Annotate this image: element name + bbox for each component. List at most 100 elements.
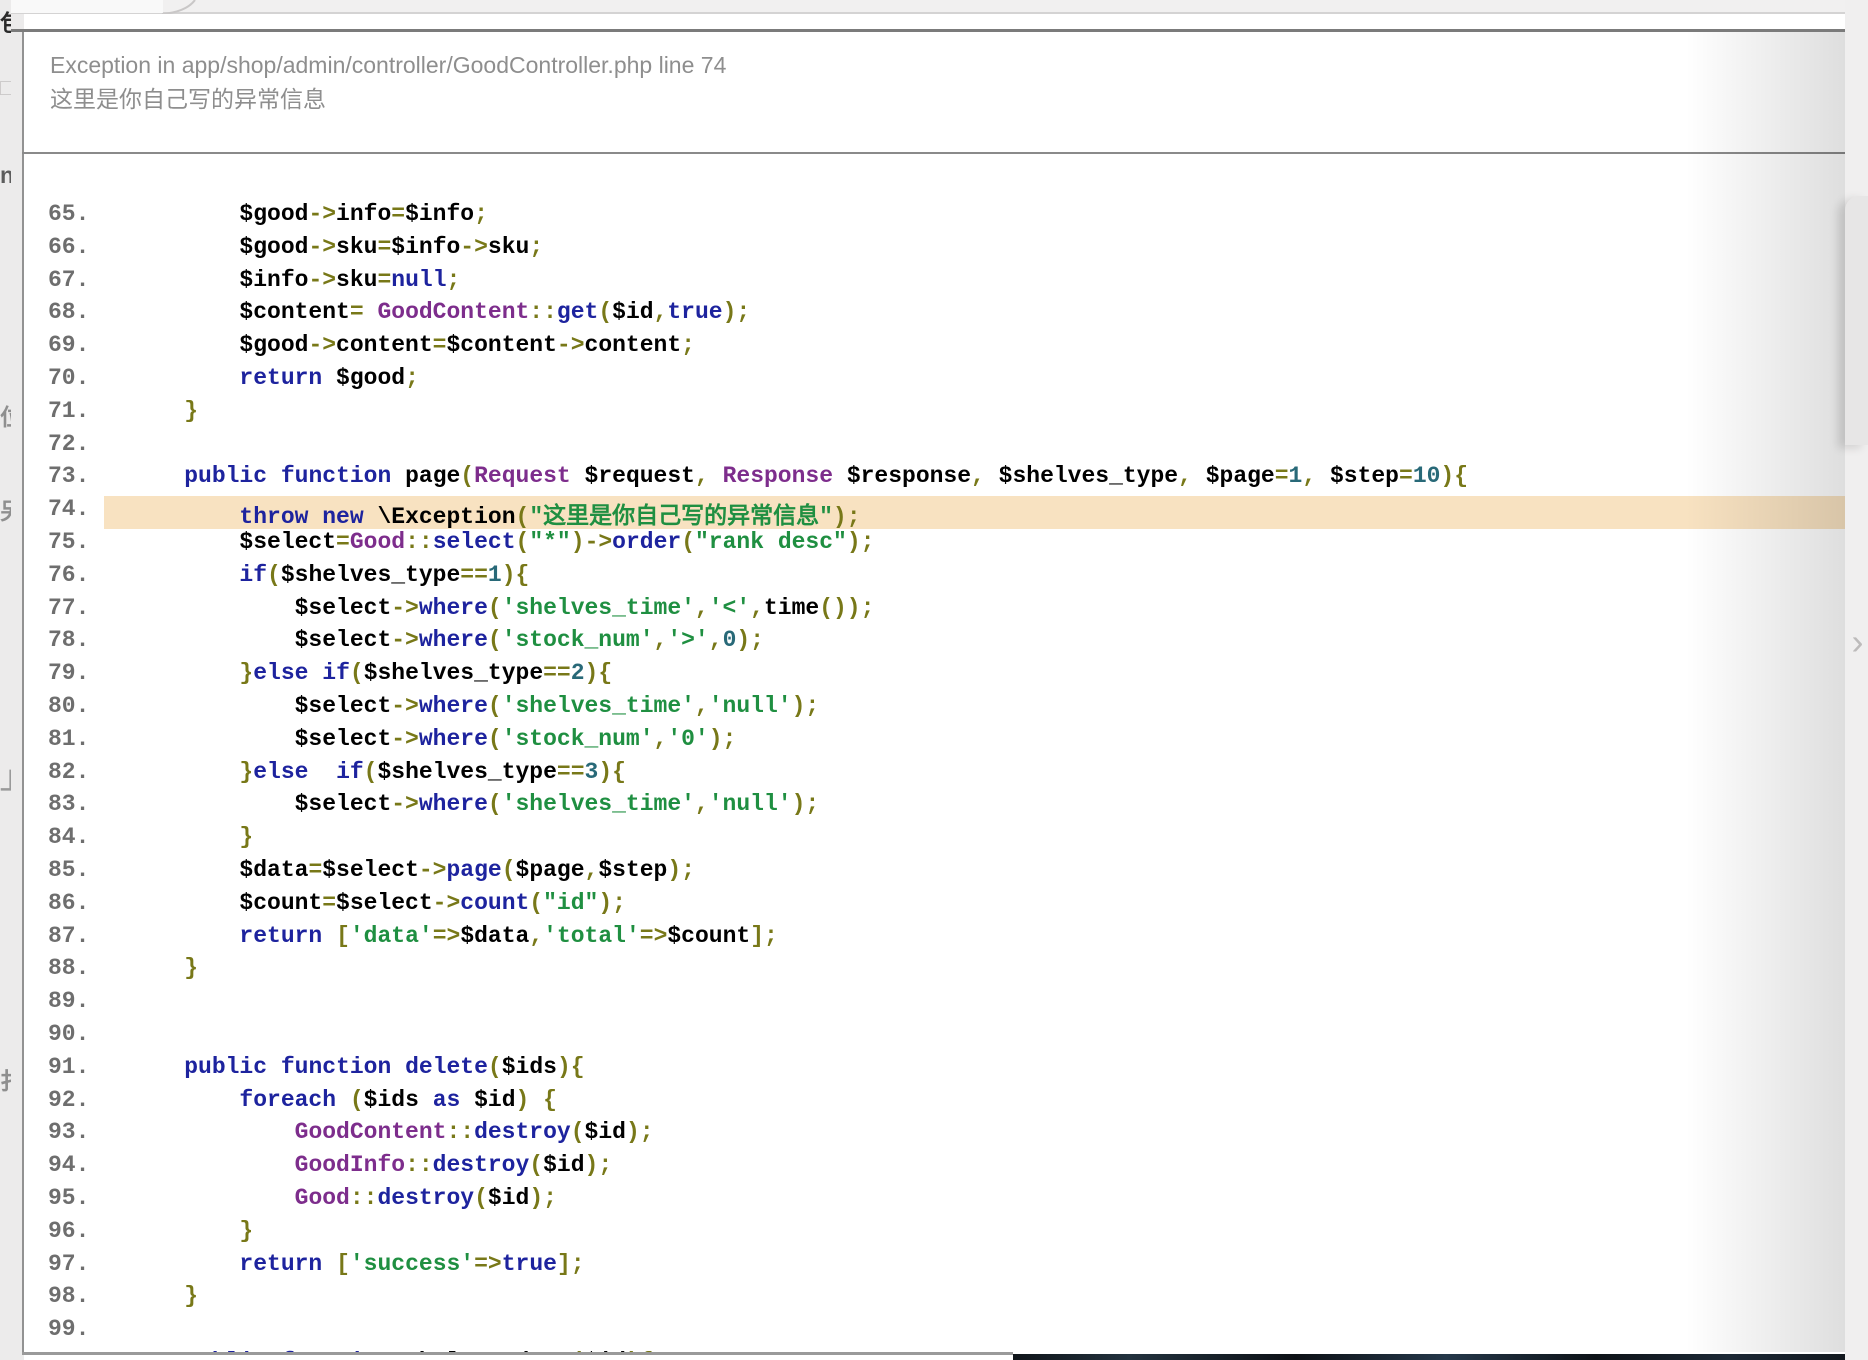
code-text: return ['data'=>$data,'total'=>$count]; <box>104 923 1845 956</box>
page-edge-fragment: n <box>0 162 11 189</box>
code-line: 72. <box>24 431 1845 464</box>
line-number: 91. <box>24 1054 104 1087</box>
browser-tab-edge <box>160 0 200 14</box>
line-number: 79. <box>24 660 104 693</box>
page-edge-fragment: 包 <box>0 4 11 38</box>
code-text: $good->sku=$info->sku; <box>104 234 1845 267</box>
line-number: 76. <box>24 562 104 595</box>
line-number: 98. <box>24 1283 104 1316</box>
code-line: 87. return ['data'=>$data,'total'=>$coun… <box>24 923 1845 956</box>
browser-tab <box>11 0 163 13</box>
page-right-card-corner <box>1845 196 1868 445</box>
line-number: 84. <box>24 824 104 857</box>
code-text: public function page(Request $request, R… <box>104 463 1845 496</box>
code-text: } <box>104 398 1845 431</box>
line-number: 70. <box>24 365 104 398</box>
page-edge-fragment: 扌 <box>0 1062 11 1096</box>
code-line: 91. public function delete($ids){ <box>24 1054 1845 1087</box>
code-text: $select->where('stock_num','>',0); <box>104 627 1845 660</box>
code-line: 67. $info->sku=null; <box>24 267 1845 300</box>
code-text: GoodContent::destroy($id); <box>104 1119 1845 1152</box>
page-left-edge: 包□n位另上扌 <box>0 0 24 1360</box>
line-number: 78. <box>24 627 104 660</box>
highlighted-code-line: 74. throw new \Exception("这里是你自己写的异常信息")… <box>24 496 1845 529</box>
line-number: 99. <box>24 1316 104 1349</box>
code-line: 93. GoodContent::destroy($id); <box>24 1119 1845 1152</box>
code-text: return ['success'=>true]; <box>104 1251 1845 1284</box>
code-text: } <box>104 824 1845 857</box>
page-edge-fragment: □ <box>0 74 11 101</box>
code-line: 66. $good->sku=$info->sku; <box>24 234 1845 267</box>
code-line: 79. }else if($shelves_type==2){ <box>24 660 1845 693</box>
code-text: $select->where('shelves_time','<',time()… <box>104 595 1845 628</box>
line-number: 66. <box>24 234 104 267</box>
line-number: 90. <box>24 1021 104 1054</box>
code-line: 90. <box>24 1021 1845 1054</box>
code-line: 95. Good::destroy($id); <box>24 1185 1845 1218</box>
line-number: 75. <box>24 529 104 562</box>
code-text: }else if($shelves_type==3){ <box>104 759 1845 792</box>
line-number: 92. <box>24 1087 104 1120</box>
line-number: 80. <box>24 693 104 726</box>
page-edge-fragment: 位 <box>0 398 11 432</box>
page-bottom-dark-bar <box>1013 1354 1845 1360</box>
code-line: 94. GoodInfo::destroy($id); <box>24 1152 1845 1185</box>
code-line: 96. } <box>24 1218 1845 1251</box>
code-line: 78. $select->where('stock_num','>',0); <box>24 627 1845 660</box>
code-line: 82. }else if($shelves_type==3){ <box>24 759 1845 792</box>
code-text: $good->info=$info; <box>104 201 1845 234</box>
line-number: 83. <box>24 791 104 824</box>
line-number: 94. <box>24 1152 104 1185</box>
line-number: 88. <box>24 955 104 988</box>
code-text: GoodInfo::destroy($id); <box>104 1152 1845 1185</box>
line-number: 82. <box>24 759 104 792</box>
code-text <box>104 1021 1845 1054</box>
code-text <box>104 431 1845 464</box>
code-line: 86. $count=$select->count("id"); <box>24 890 1845 923</box>
code-line: 77. $select->where('shelves_time','<',ti… <box>24 595 1845 628</box>
code-text: $select->where('shelves_time','null'); <box>104 693 1845 726</box>
code-text: if($shelves_type==1){ <box>104 562 1845 595</box>
header-separator <box>22 152 1868 154</box>
line-number: 65. <box>24 201 104 234</box>
code-text: public function delete($ids){ <box>104 1054 1845 1087</box>
line-number: 85. <box>24 857 104 890</box>
exception-message: 这里是你自己写的异常信息 <box>50 82 1845 117</box>
line-number: 71. <box>24 398 104 431</box>
code-text: } <box>104 955 1845 988</box>
code-line: 97. return ['success'=>true]; <box>24 1251 1845 1284</box>
line-number: 89. <box>24 988 104 1021</box>
code-line: 81. $select->where('stock_num','0'); <box>24 726 1845 759</box>
code-text: $count=$select->count("id"); <box>104 890 1845 923</box>
line-number: 87. <box>24 923 104 956</box>
line-number: 68. <box>24 299 104 332</box>
code-text: } <box>104 1283 1845 1316</box>
code-text: }else if($shelves_type==2){ <box>104 660 1845 693</box>
code-line: 92. foreach ($ids as $id) { <box>24 1087 1845 1120</box>
code-line: 99. <box>24 1316 1845 1349</box>
code-line: 84. } <box>24 824 1845 857</box>
exception-header: Exception in app/shop/admin/controller/G… <box>24 29 1845 117</box>
line-number: 97. <box>24 1251 104 1284</box>
code-line: 85. $data=$select->page($page,$step); <box>24 857 1845 890</box>
code-line: 71. } <box>24 398 1845 431</box>
code-line: 98. } <box>24 1283 1845 1316</box>
panel-bottom-border <box>22 1352 1013 1355</box>
line-number: 74. <box>24 496 104 529</box>
panel-top-border <box>11 29 1868 32</box>
code-text: } <box>104 1218 1845 1251</box>
line-number: 86. <box>24 890 104 923</box>
next-chevron-icon[interactable]: › <box>1847 620 1868 664</box>
page-top-strip <box>11 0 1868 14</box>
code-line: 76. if($shelves_type==1){ <box>24 562 1845 595</box>
code-text: $good->content=$content->content; <box>104 332 1845 365</box>
line-number: 93. <box>24 1119 104 1152</box>
code-text <box>104 988 1845 1021</box>
code-line: 83. $select->where('shelves_time','null'… <box>24 791 1845 824</box>
code-line: 88. } <box>24 955 1845 988</box>
code-line: 80. $select->where('shelves_time','null'… <box>24 693 1845 726</box>
exception-title: Exception in app/shop/admin/controller/G… <box>50 49 1845 82</box>
code-line: 65. $good->info=$info; <box>24 201 1845 234</box>
code-text: $select=Good::select("*")->order("rank d… <box>104 529 1845 562</box>
code-text <box>104 1316 1845 1349</box>
